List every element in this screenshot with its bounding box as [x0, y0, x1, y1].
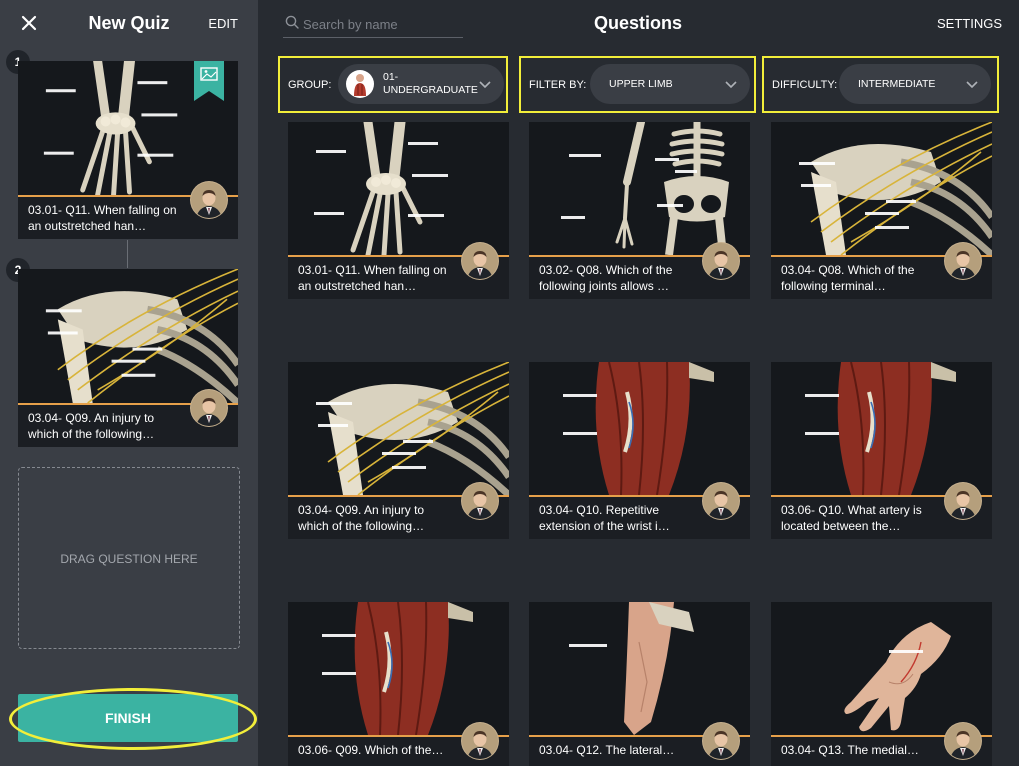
hand-anatomy-thumbnail — [288, 122, 509, 255]
drop-zone-label: DRAG QUESTION HERE — [60, 552, 198, 566]
settings-button[interactable]: SETTINGS — [937, 16, 1002, 31]
muscle-anatomy-thumbnail — [529, 362, 750, 495]
muscle-anatomy-thumbnail — [771, 362, 992, 495]
author-avatar — [461, 482, 499, 520]
search-input[interactable] — [303, 12, 461, 36]
question-card-1[interactable]: 03.01- Q11. When falling on an outstretc… — [288, 122, 509, 299]
difficulty-dropdown[interactable]: INTERMEDIATE — [839, 64, 991, 104]
question-card-2[interactable]: 03.02- Q08. Which of the following joint… — [529, 122, 750, 299]
shoulder-anatomy-thumbnail — [288, 362, 509, 495]
arm-anatomy-thumbnail — [529, 602, 750, 735]
author-avatar — [944, 722, 982, 760]
question-label: 03.04- Q08. Which of the following termi… — [781, 263, 915, 293]
edit-button[interactable]: EDIT — [208, 16, 238, 31]
question-card-4[interactable]: 03.04- Q09. An injury to which of the fo… — [288, 362, 509, 539]
chevron-down-icon — [479, 81, 491, 89]
question-label: 03.04- Q10. Repetitive extension of the … — [539, 503, 670, 533]
selected-question-card-1[interactable]: 03.01- Q11. When falling on an outstretc… — [18, 61, 238, 239]
drag-question-drop-zone[interactable]: DRAG QUESTION HERE — [18, 467, 240, 649]
author-avatar — [190, 181, 228, 219]
chevron-down-icon — [966, 81, 978, 89]
skeleton-anatomy-thumbnail — [529, 122, 750, 255]
chevron-down-icon — [725, 81, 737, 89]
question-card-8[interactable]: 03.04- Q12. The lateral… — [529, 602, 750, 766]
step-connector — [127, 240, 128, 268]
author-avatar — [702, 482, 740, 520]
bookmark-image-icon[interactable] — [194, 61, 224, 101]
difficulty-filter-highlight: DIFFICULTY: INTERMEDIATE — [762, 56, 999, 113]
question-label: 03.01- Q11. When falling on an outstretc… — [28, 203, 177, 233]
group-dropdown[interactable]: 01- UNDERGRADUATE — [338, 64, 504, 104]
muscle-anatomy-thumbnail — [288, 602, 509, 735]
question-card-3[interactable]: 03.04- Q08. Which of the following termi… — [771, 122, 992, 299]
filter-by-highlight: FILTER BY: UPPER LIMB — [519, 56, 756, 113]
quiz-sidebar: New Quiz EDIT 1 03.01- — [0, 0, 258, 766]
filter-by-dropdown[interactable]: UPPER LIMB — [590, 64, 750, 104]
sidebar-header: New Quiz EDIT — [0, 0, 258, 48]
difficulty-filter-label: DIFFICULTY: — [772, 79, 838, 91]
group-anatomy-icon — [346, 70, 374, 98]
author-avatar — [702, 722, 740, 760]
question-label: 03.04- Q13. The medial… — [781, 743, 919, 757]
question-card-9[interactable]: 03.04- Q13. The medial… — [771, 602, 992, 766]
search-icon — [285, 15, 299, 29]
finish-button[interactable]: FINISH — [18, 694, 238, 742]
question-label: 03.06- Q10. What artery is located betwe… — [781, 503, 922, 533]
page-title: Questions — [593, 13, 682, 33]
selected-question-card-2[interactable]: 03.04- Q09. An injury to which of the fo… — [18, 269, 238, 447]
question-label: 03.04- Q12. The lateral… — [539, 743, 675, 757]
question-label: 03.04- Q09. An injury to which of the fo… — [28, 411, 155, 441]
question-label: 03.01- Q11. When falling on an outstretc… — [298, 263, 447, 293]
author-avatar — [944, 242, 982, 280]
question-label: 03.04- Q09. An injury to which of the fo… — [298, 503, 425, 533]
questions-panel: Questions SETTINGS GROUP: 01- UNDERGRADU… — [258, 0, 1019, 766]
group-filter-highlight: GROUP: 01- UNDERGRADUATE — [278, 56, 508, 113]
shoulder-anatomy-thumbnail — [18, 269, 238, 403]
palm-anatomy-thumbnail — [771, 602, 992, 735]
filter-by-label: FILTER BY: — [529, 79, 587, 91]
author-avatar — [702, 242, 740, 280]
author-avatar — [944, 482, 982, 520]
author-avatar — [461, 242, 499, 280]
question-card-7[interactable]: 03.06- Q09. Which of the… — [288, 602, 509, 766]
shoulder-anatomy-thumbnail — [771, 122, 992, 255]
author-avatar — [461, 722, 499, 760]
question-card-6[interactable]: 03.06- Q10. What artery is located betwe… — [771, 362, 992, 539]
question-card-5[interactable]: 03.04- Q10. Repetitive extension of the … — [529, 362, 750, 539]
question-label: 03.02- Q08. Which of the following joint… — [539, 263, 673, 293]
filter-by-dropdown-value: UPPER LIMB — [609, 78, 673, 90]
author-avatar — [190, 389, 228, 427]
group-dropdown-value: 01- UNDERGRADUATE — [383, 71, 478, 96]
question-label: 03.06- Q09. Which of the… — [298, 743, 444, 757]
difficulty-dropdown-value: INTERMEDIATE — [858, 78, 936, 90]
group-filter-label: GROUP: — [288, 79, 332, 91]
search-bar[interactable] — [283, 12, 463, 38]
